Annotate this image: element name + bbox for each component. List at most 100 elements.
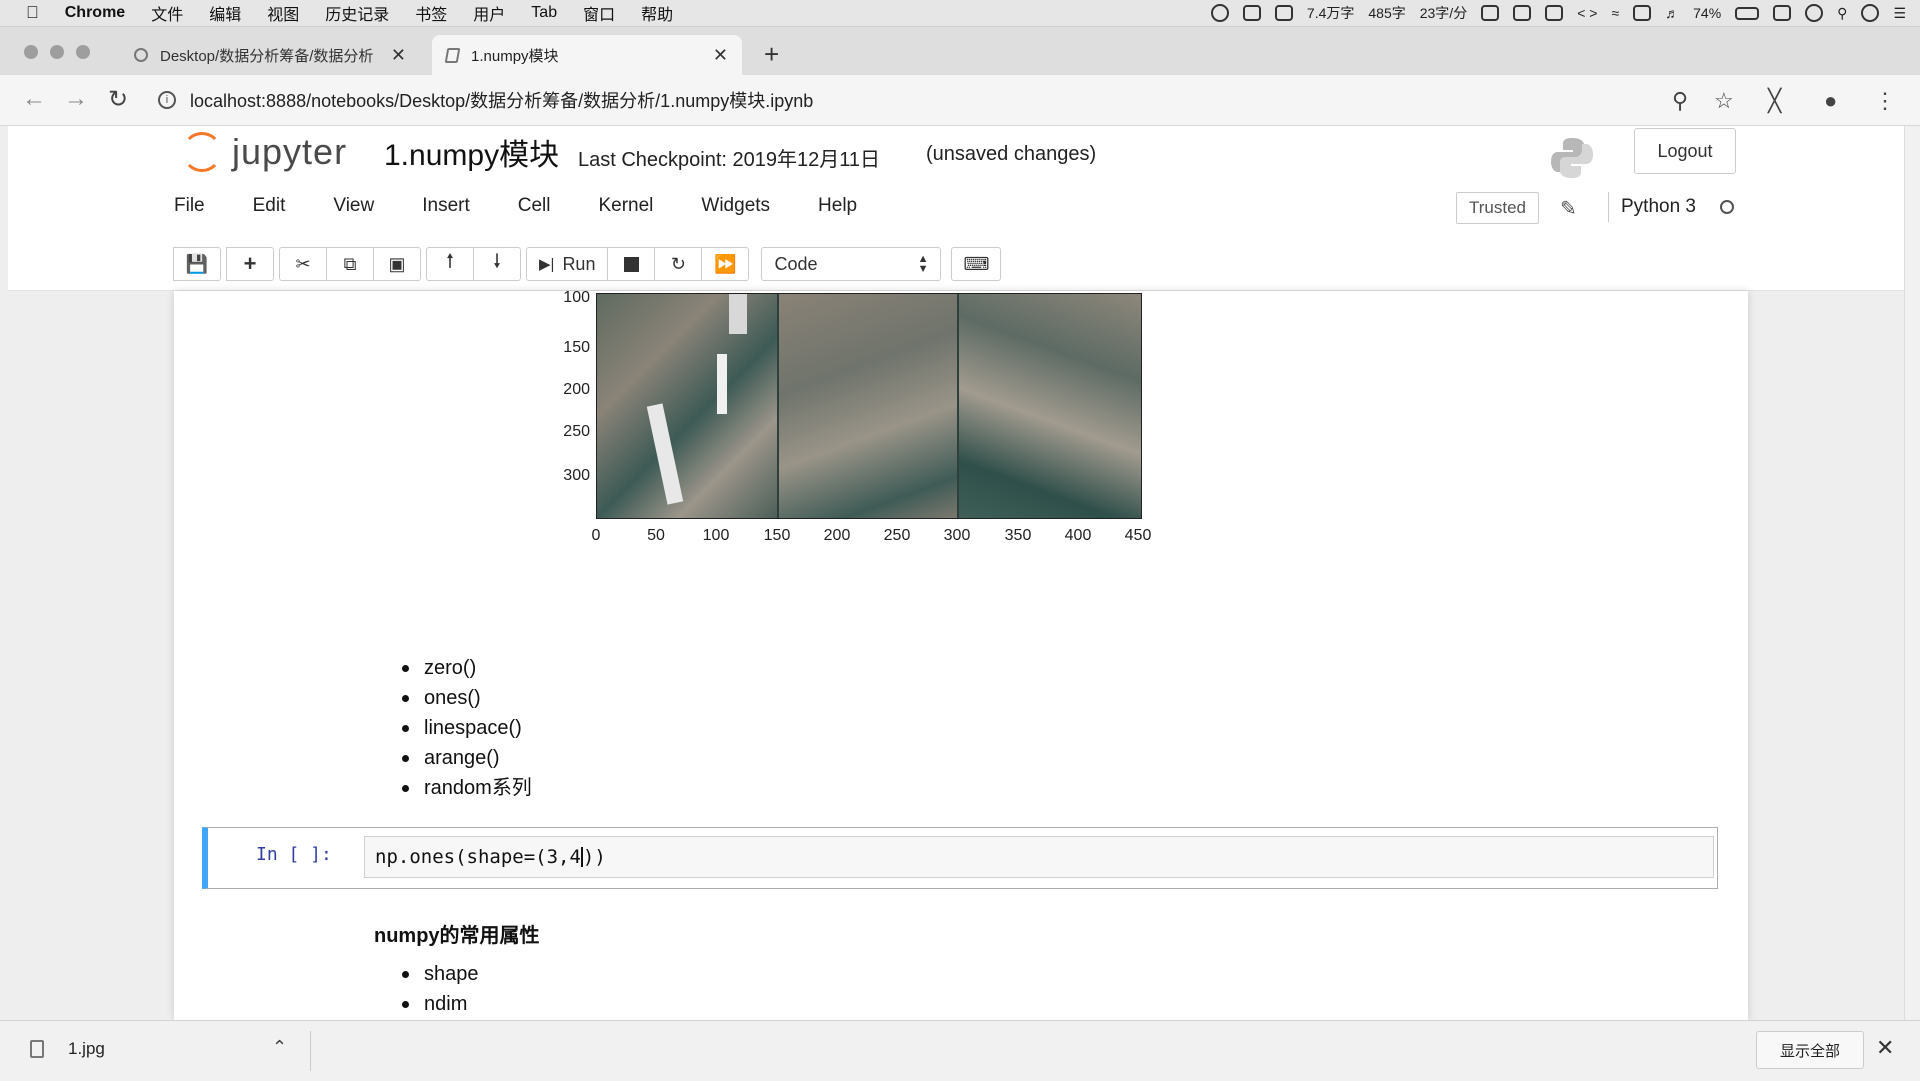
code-cell-selected[interactable]: In [ ]: np.ones(shape=(3,4)): [202, 827, 1718, 889]
menu-file[interactable]: File: [174, 195, 205, 217]
airplay-icon[interactable]: [1633, 5, 1652, 21]
wifi-icon[interactable]: ≈: [1611, 5, 1619, 21]
menu-help[interactable]: Help: [818, 195, 857, 217]
paste-icon[interactable]: ▣: [373, 247, 421, 281]
list-item: ones(): [394, 683, 532, 713]
trusted-indicator[interactable]: Trusted: [1456, 192, 1540, 224]
back-icon[interactable]: ←: [22, 85, 46, 113]
battery-percent: 74%: [1693, 5, 1722, 21]
show-all-button[interactable]: 显示全部: [1756, 1031, 1864, 1069]
jupyter-logo[interactable]: jupyter: [182, 131, 347, 173]
menu-insert[interactable]: Insert: [422, 195, 470, 217]
menu-edit[interactable]: Edit: [253, 195, 286, 217]
markdown-list-attributes: shape ndim size: [394, 959, 479, 1020]
menubar-item-file[interactable]: 文件: [151, 1, 183, 25]
menubar-item-people[interactable]: 用户: [473, 1, 505, 25]
bookmark-star-icon[interactable]: ☆: [1714, 88, 1734, 114]
interrupt-kernel-icon[interactable]: [607, 247, 656, 281]
y-tick-label: 250: [563, 423, 590, 440]
menubar-status-area: 7.4万字 485字 23字/分 < > ≈ ♬ 74% ⚲ ☰: [1210, 0, 1906, 26]
close-icon[interactable]: ✕: [1876, 1035, 1894, 1061]
markdown-heading: numpy的常用属性: [374, 925, 540, 947]
address-bar[interactable]: i localhost:8888/notebooks/Desktop/数据分析筹…: [158, 82, 1738, 118]
notebook-file-icon: [444, 47, 461, 63]
cloud-icon[interactable]: [1242, 5, 1261, 21]
restart-kernel-icon[interactable]: ↻: [654, 247, 703, 281]
menu-widgets[interactable]: Widgets: [701, 195, 770, 217]
kernel-name[interactable]: Python 3: [1621, 196, 1696, 218]
run-button[interactable]: ▶| Run: [526, 247, 609, 281]
menubar-item-help[interactable]: 帮助: [641, 1, 673, 25]
close-tab-icon[interactable]: ✕: [391, 45, 406, 66]
cell-type-select[interactable]: Code ▲ ▼: [761, 247, 942, 281]
zoom-icon[interactable]: ⚲: [1672, 88, 1688, 114]
code-brackets-icon[interactable]: < >: [1577, 5, 1597, 21]
menubar-item-history[interactable]: 历史记录: [325, 1, 389, 25]
volume-icon[interactable]: ♬: [1665, 5, 1679, 21]
window-close-button[interactable]: [24, 45, 38, 59]
site-info-icon[interactable]: i: [158, 91, 176, 109]
output-image-plot: 100 150 200 250 300 0 50 100 150 200 250…: [354, 289, 1151, 601]
window-zoom-button[interactable]: [76, 45, 90, 59]
restart-run-all-icon[interactable]: ⏩: [701, 247, 750, 281]
menubar-item-view[interactable]: 视图: [267, 1, 299, 25]
extension-icon[interactable]: ╳: [1768, 88, 1781, 114]
menu-cell[interactable]: Cell: [518, 195, 551, 217]
menubar-item-edit[interactable]: 编辑: [209, 1, 241, 25]
reload-icon[interactable]: ↻: [108, 85, 128, 114]
browser-tab-desktop[interactable]: Desktop/数据分析筹备/数据分析 ✕: [120, 35, 420, 75]
keyboard-shortcuts-icon[interactable]: ⌨: [951, 247, 1002, 281]
python-logo-icon: [1551, 138, 1593, 178]
browser-toolbar: ← → ↻ i localhost:8888/notebooks/Desktop…: [0, 75, 1920, 126]
spotlight-icon[interactable]: ⚲: [1837, 5, 1847, 22]
siri-icon[interactable]: [1861, 4, 1880, 22]
chrome-menu-icon[interactable]: ⋮: [1874, 88, 1896, 114]
save-icon[interactable]: 💾: [173, 247, 221, 281]
window-minimize-button[interactable]: [50, 45, 64, 59]
logout-button[interactable]: Logout: [1634, 128, 1736, 174]
download-item[interactable]: 1.jpg: [30, 1039, 105, 1059]
notebook-name[interactable]: 1.numpy模块: [384, 130, 559, 174]
menubar-app-name[interactable]: Chrome: [65, 4, 125, 22]
move-down-icon[interactable]: 🠓: [473, 247, 521, 281]
status-app-icon[interactable]: [1210, 4, 1229, 22]
clock-icon[interactable]: [1805, 4, 1824, 22]
menu-kernel[interactable]: Kernel: [598, 195, 653, 217]
menubar-item-bookmarks[interactable]: 书签: [415, 1, 447, 25]
menubar-item-tab[interactable]: Tab: [531, 4, 557, 22]
notification-center-icon[interactable]: ☰: [1893, 5, 1906, 22]
apple-icon[interactable]: : [26, 3, 39, 23]
notebook-toolbar: 💾 + ✂ ⧉ ▣ 🠑 🠓 ▶| Run ↻ ⏩ Code ▲ ▼ ⌨: [173, 246, 1002, 282]
mic-icon[interactable]: [1513, 5, 1532, 21]
tab-title: 1.numpy模块: [471, 47, 559, 65]
new-tab-button[interactable]: +: [764, 39, 779, 70]
forward-icon[interactable]: →: [64, 85, 88, 113]
insert-cell-icon[interactable]: +: [226, 247, 274, 281]
status-app-icon-2[interactable]: [1274, 5, 1293, 21]
move-up-icon[interactable]: 🠑: [426, 247, 474, 281]
x-tick-label: 200: [823, 527, 851, 544]
language-icon[interactable]: [1545, 5, 1564, 21]
jupyter-logo-text: jupyter: [232, 131, 348, 172]
page-scrollbar[interactable]: [1904, 126, 1920, 1020]
chevron-up-icon[interactable]: ⌃: [272, 1037, 287, 1058]
battery-icon[interactable]: [1735, 6, 1760, 20]
profile-avatar-icon[interactable]: ●: [1824, 88, 1837, 114]
run-icon: ▶|: [539, 256, 555, 273]
browser-tab-numpy[interactable]: 1.numpy模块 ✕: [432, 35, 742, 75]
image-panel-1: [597, 294, 777, 518]
menu-view[interactable]: View: [333, 195, 374, 217]
input-method-icon[interactable]: [1481, 5, 1500, 21]
code-editor[interactable]: np.ones(shape=(3,4)): [364, 836, 1714, 878]
copy-icon[interactable]: ⧉: [326, 247, 374, 281]
input-prompt: In [ ]:: [256, 844, 332, 865]
s-app-icon[interactable]: [1773, 5, 1792, 21]
divider: [310, 1031, 311, 1071]
cut-icon[interactable]: ✂: [279, 247, 327, 281]
jupyter-page: jupyter 1.numpy模块 Last Checkpoint: 2019年…: [8, 126, 1912, 1020]
jupyter-header: jupyter 1.numpy模块 Last Checkpoint: 2019年…: [8, 126, 1912, 291]
close-tab-icon[interactable]: ✕: [713, 45, 728, 66]
run-label: Run: [562, 253, 596, 274]
download-filename: 1.jpg: [68, 1039, 105, 1058]
menubar-item-window[interactable]: 窗口: [583, 1, 615, 25]
